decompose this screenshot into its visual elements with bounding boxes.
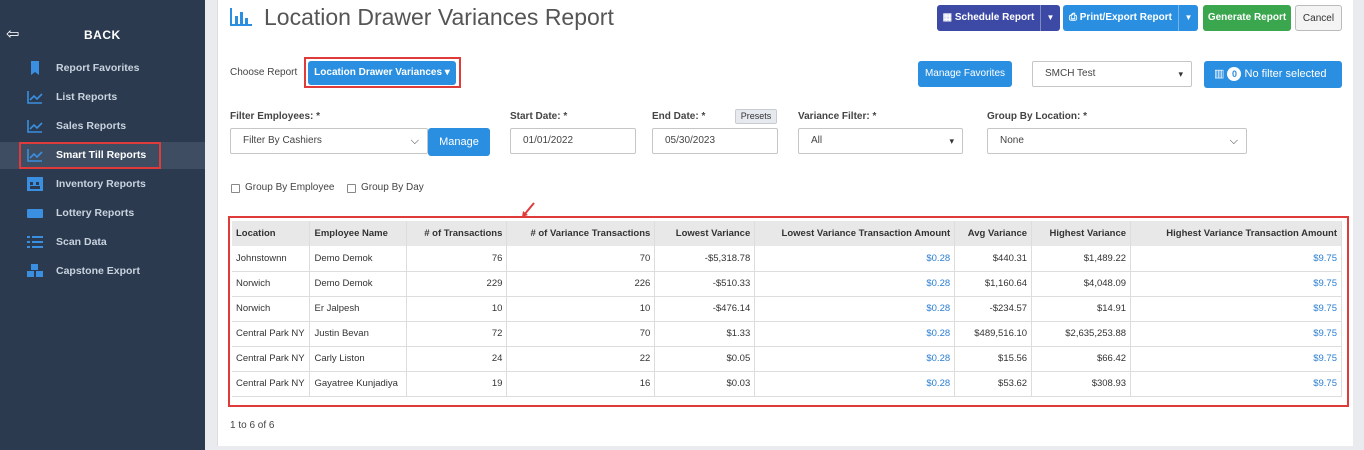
print-export-button[interactable]: ⎙ Print/Export Report ▼	[1063, 5, 1198, 31]
page-title: Location Drawer Variances Report	[264, 4, 614, 30]
manage-employees-button[interactable]: Manage	[428, 128, 490, 156]
sidebar-item-scan-data[interactable]: Scan Data	[0, 229, 205, 256]
sidebar-item-capstone-export[interactable]: Capstone Export	[0, 258, 205, 285]
caret-down-icon: ▾	[1178, 69, 1183, 79]
group-by-employee-checkbox[interactable]	[231, 184, 240, 193]
main-panel: Location Drawer Variances Report ▦ Sched…	[217, 0, 1353, 446]
schedule-report-button[interactable]: ▦ Schedule Report ▼	[937, 5, 1060, 31]
warehouse-icon	[27, 177, 43, 191]
ticket-icon	[27, 209, 43, 218]
sidebar-item-label: Capstone Export	[56, 265, 141, 277]
line-chart-icon	[27, 91, 43, 104]
choose-report-label: Choose Report	[230, 67, 298, 78]
manage-favorites-button[interactable]: Manage Favorites	[918, 61, 1012, 87]
back-label: BACK	[84, 28, 121, 42]
highlight-box	[304, 57, 461, 88]
back-button[interactable]: ⇦ BACK	[0, 20, 205, 50]
variance-filter-label: Variance Filter: *	[798, 111, 877, 122]
chevron-down-icon: ⌵	[1229, 135, 1238, 147]
presets-button[interactable]: Presets	[735, 109, 777, 124]
back-arrow-icon: ⇦	[6, 26, 20, 43]
line-chart-icon	[27, 120, 43, 133]
filter-icon: ▥	[1214, 68, 1225, 80]
chevron-down-icon[interactable]: ▼	[1178, 5, 1198, 31]
group-by-day-label: Group By Day	[361, 182, 424, 193]
pagination-summary: 1 to 6 of 6	[230, 420, 275, 431]
sidebar-item-label: Lottery Reports	[56, 207, 135, 219]
end-date-input[interactable]: 05/30/2023	[652, 128, 778, 154]
sidebar-item-list-reports[interactable]: List Reports	[0, 84, 205, 111]
sidebar-item-label: Sales Reports	[56, 120, 127, 132]
highlight-box	[228, 216, 1349, 407]
start-date-input[interactable]: 01/01/2022	[510, 128, 636, 154]
sidebar-item-report-favorites[interactable]: Report Favorites	[0, 55, 205, 82]
sidebar-item-label: List Reports	[56, 91, 118, 103]
sidebar-item-inventory-reports[interactable]: Inventory Reports	[0, 171, 205, 198]
bar-chart-icon	[230, 8, 252, 26]
sidebar-item-label: Inventory Reports	[56, 178, 146, 190]
cancel-button[interactable]: Cancel	[1295, 5, 1342, 31]
bookmark-icon	[31, 61, 39, 75]
filter-status-button[interactable]: ▥ 0 No filter selected	[1204, 61, 1342, 88]
sidebar: ⇦ BACK Report Favorites List Reports Sal…	[0, 0, 205, 450]
calendar-icon: ▦	[942, 12, 953, 23]
highlight-box	[19, 142, 161, 169]
filter-employees-label: Filter Employees: *	[230, 111, 321, 122]
end-date-label: End Date: *	[652, 111, 706, 122]
chevron-down-icon: ⌵	[410, 135, 419, 147]
group-by-location-select[interactable]: None ⌵	[987, 128, 1247, 154]
cubes-icon	[27, 264, 43, 277]
sidebar-item-lottery-reports[interactable]: Lottery Reports	[0, 200, 205, 227]
sidebar-item-label: Report Favorites	[56, 62, 140, 74]
list-icon	[27, 236, 43, 248]
filter-employees-select[interactable]: Filter By Cashiers ⌵	[230, 128, 428, 154]
caret-down-icon: ▾	[949, 136, 954, 146]
chevron-down-icon[interactable]: ▼	[1040, 5, 1060, 31]
store-select[interactable]: SMCH Test ▾	[1032, 61, 1192, 87]
sidebar-item-label: Scan Data	[56, 236, 107, 248]
group-by-day-checkbox[interactable]	[347, 184, 356, 193]
generate-report-button[interactable]: Generate Report	[1203, 5, 1291, 31]
variance-filter-select[interactable]: All ▾	[798, 128, 963, 154]
sidebar-item-sales-reports[interactable]: Sales Reports	[0, 113, 205, 140]
filter-count-badge: 0	[1227, 67, 1242, 81]
print-icon: ⎙	[1068, 12, 1077, 23]
group-by-location-label: Group By Location: *	[987, 111, 1087, 122]
group-by-employee-label: Group By Employee	[245, 182, 335, 193]
start-date-label: Start Date: *	[510, 111, 568, 122]
